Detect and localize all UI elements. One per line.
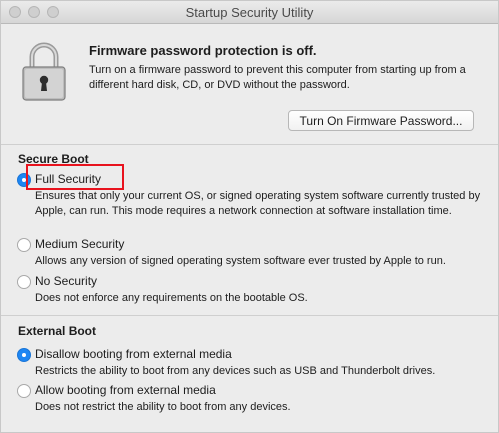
- title-bar: Startup Security Utility: [1, 1, 498, 24]
- section-divider: [1, 144, 498, 145]
- allow-external-boot-radio[interactable]: [17, 384, 31, 398]
- full-security-description: Ensures that only your current OS, or si…: [35, 190, 481, 217]
- medium-security-option[interactable]: Medium Security Allows any version of si…: [17, 237, 487, 269]
- window-title: Startup Security Utility: [185, 5, 314, 20]
- disallow-external-boot-radio[interactable]: [17, 348, 31, 362]
- disallow-external-boot-label[interactable]: Disallow booting from external media: [35, 347, 232, 361]
- disallow-external-boot-option[interactable]: Disallow booting from external media Res…: [17, 347, 487, 379]
- firmware-description: Turn on a firmware password to prevent t…: [89, 64, 466, 91]
- no-security-radio[interactable]: [17, 275, 31, 289]
- section-divider: [1, 315, 498, 316]
- no-security-label[interactable]: No Security: [35, 274, 97, 288]
- no-security-description: Does not enforce any requirements on the…: [35, 292, 308, 304]
- firmware-section: Firmware password protection is off. Tur…: [1, 24, 498, 144]
- medium-security-description: Allows any version of signed operating s…: [35, 255, 446, 267]
- allow-external-boot-option[interactable]: Allow booting from external media Does n…: [17, 383, 487, 415]
- medium-security-label[interactable]: Medium Security: [35, 237, 124, 251]
- turn-on-firmware-password-button[interactable]: Turn On Firmware Password...: [288, 110, 474, 131]
- startup-security-window: Startup Security Utility Firmware passwo…: [0, 0, 499, 433]
- no-security-option[interactable]: No Security Does not enforce any require…: [17, 274, 487, 306]
- lock-icon: [22, 42, 66, 101]
- medium-security-radio[interactable]: [17, 238, 31, 252]
- disallow-external-boot-description: Restricts the ability to boot from any d…: [35, 365, 436, 377]
- annotation-highlight-box: [26, 164, 124, 190]
- allow-external-boot-description: Does not restrict the ability to boot fr…: [35, 401, 291, 413]
- firmware-status-heading: Firmware password protection is off.: [89, 43, 317, 58]
- allow-external-boot-label[interactable]: Allow booting from external media: [35, 383, 216, 397]
- external-boot-heading: External Boot: [18, 324, 97, 338]
